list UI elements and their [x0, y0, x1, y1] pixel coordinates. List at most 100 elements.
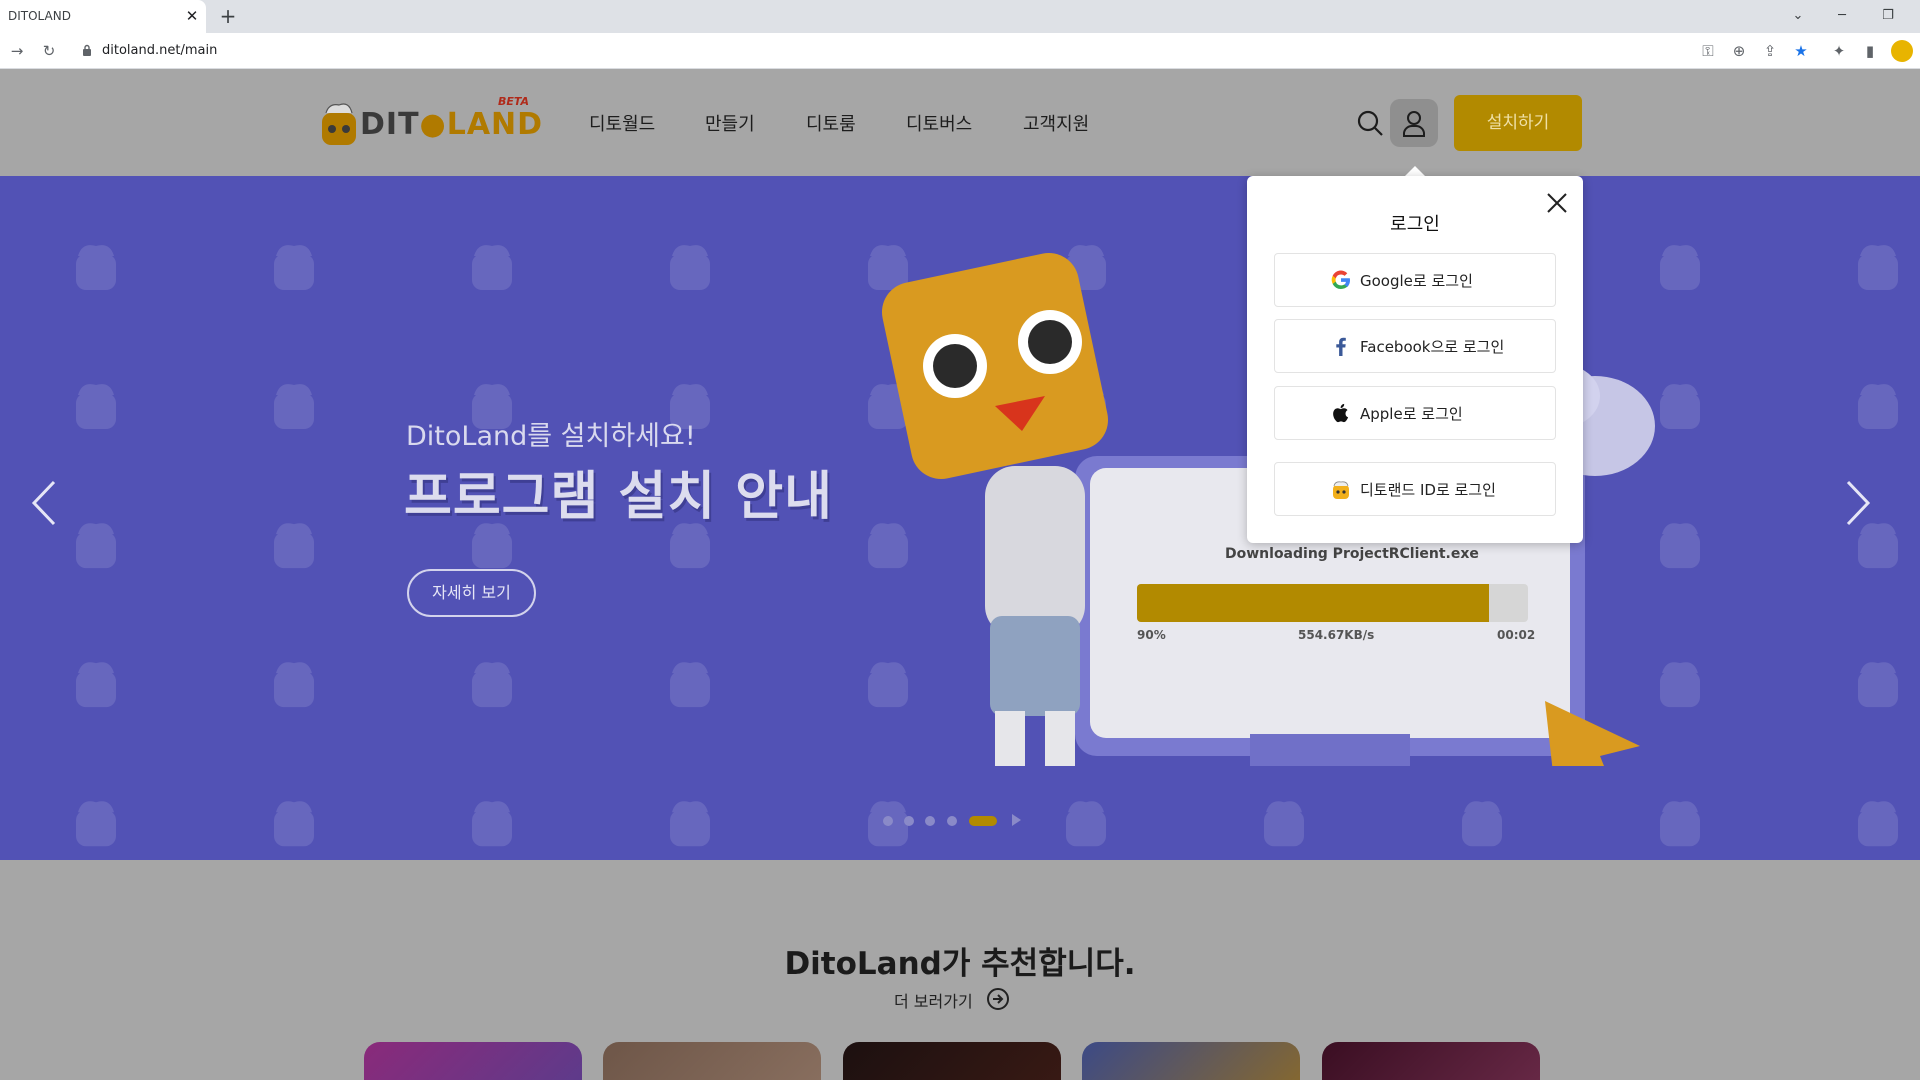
nav-ditoworld[interactable]: 디토월드	[589, 110, 655, 136]
minimize-icon[interactable]: ─	[1828, 4, 1856, 28]
pattern-mascot-icon	[1066, 801, 1106, 847]
download-percent: 90%	[1137, 628, 1166, 642]
install-button[interactable]: 설치하기	[1454, 95, 1582, 151]
login-popup: 로그인 Google로 로그인 Facebook으로 로그인 Apple로 로그…	[1247, 176, 1583, 543]
recommend-more-link[interactable]: 더 보러가기	[894, 988, 973, 1012]
pattern-mascot-icon	[670, 801, 710, 847]
pattern-mascot-icon	[1858, 523, 1898, 569]
google-icon	[1331, 270, 1350, 290]
user-icon	[1403, 111, 1425, 137]
pattern-mascot-icon	[274, 801, 314, 847]
browser-toolbar: → ↻ ditoland.net/main ⚿ ⊕ ⇪ ★ ✦ ▮	[0, 33, 1920, 69]
new-tab-button[interactable]: +	[218, 5, 238, 27]
facebook-login-label: Facebook으로 로그인	[1360, 338, 1505, 356]
pattern-mascot-icon	[76, 523, 116, 569]
carousel-dot[interactable]	[883, 816, 893, 826]
carousel-dot-active[interactable]	[969, 816, 997, 826]
pattern-mascot-icon	[76, 662, 116, 708]
pattern-mascot-icon	[670, 523, 710, 569]
forward-icon[interactable]: →	[6, 40, 28, 62]
reload-icon[interactable]: ↻	[38, 40, 60, 62]
download-filename: Downloading ProjectRClient.exe	[1225, 546, 1479, 562]
site-header: DIT●LAND BETA 디토월드 만들기 디토룸 디토버스 고객지원 설치하…	[0, 69, 1920, 176]
close-icon[interactable]	[1544, 190, 1570, 216]
ditoland-id-login-button[interactable]: 디토랜드 ID로 로그인	[1274, 462, 1556, 516]
zoom-icon[interactable]: ⊕	[1728, 40, 1750, 62]
url-text: ditoland.net/main	[102, 43, 218, 58]
profile-avatar[interactable]	[1891, 40, 1913, 62]
recommend-title: DitoLand가 추천합니다.	[784, 946, 1136, 982]
apple-login-label: Apple로 로그인	[1360, 405, 1463, 423]
download-time: 00:02	[1497, 628, 1536, 642]
pattern-mascot-icon	[1660, 801, 1700, 847]
carousel-dot[interactable]	[947, 816, 957, 826]
lock-icon	[83, 44, 91, 56]
address-bar[interactable]: ditoland.net/main	[72, 36, 1692, 66]
ditoland-id-login-label: 디토랜드 ID로 로그인	[1360, 481, 1496, 499]
recommend-card[interactable]	[603, 1042, 821, 1080]
nav-support[interactable]: 고객지원	[1023, 110, 1089, 136]
logo-text: DIT●LAND	[360, 107, 544, 142]
carousel-dot[interactable]	[925, 816, 935, 826]
share-icon[interactable]: ⇪	[1759, 40, 1781, 62]
recommend-card[interactable]	[1082, 1042, 1300, 1080]
hero-more-button[interactable]: 자세히 보기	[407, 569, 536, 617]
pattern-mascot-icon	[1264, 801, 1304, 847]
pattern-mascot-icon	[274, 384, 314, 430]
side-panel-icon[interactable]: ▮	[1859, 40, 1881, 62]
pattern-mascot-icon	[670, 245, 710, 290]
carousel-next-arrow-icon[interactable]	[1842, 478, 1874, 528]
recommend-section: DitoLand가 추천합니다. 더 보러가기	[0, 860, 1920, 1080]
pattern-mascot-icon	[472, 245, 512, 290]
pattern-mascot-icon	[274, 523, 314, 569]
pattern-mascot-icon	[76, 801, 116, 847]
logo-beta-badge: BETA	[498, 95, 530, 108]
nav-ditoverse[interactable]: 디토버스	[906, 110, 972, 136]
tab-title: DITOLAND	[8, 9, 71, 23]
pattern-mascot-icon	[1462, 801, 1502, 847]
extensions-icon[interactable]: ✦	[1828, 40, 1850, 62]
restore-icon[interactable]: ❐	[1874, 4, 1902, 28]
ditoland-logo[interactable]: DIT●LAND BETA	[320, 85, 542, 151]
bookmark-star-icon[interactable]: ★	[1790, 40, 1812, 62]
apple-login-button[interactable]: Apple로 로그인	[1274, 386, 1556, 440]
hero-title: 프로그램 설치 안내	[404, 467, 833, 527]
facebook-login-button[interactable]: Facebook으로 로그인	[1274, 319, 1556, 373]
popup-title: 로그인	[1390, 214, 1440, 235]
user-button[interactable]	[1390, 99, 1438, 147]
tab-search-icon[interactable]: ⌄	[1784, 4, 1812, 28]
pattern-mascot-icon	[1858, 245, 1898, 290]
recommend-card[interactable]	[364, 1042, 582, 1080]
logo-mascot-icon	[322, 103, 356, 145]
facebook-icon	[1336, 337, 1346, 356]
pattern-mascot-icon	[76, 245, 116, 290]
carousel-prev-arrow-icon[interactable]	[28, 478, 60, 528]
nav-ditoroom[interactable]: 디토룸	[806, 110, 856, 136]
hero-subtitle: DitoLand를 설치하세요!	[406, 421, 696, 452]
pattern-mascot-icon	[1858, 662, 1898, 708]
search-icon[interactable]	[1356, 109, 1384, 137]
pattern-mascot-icon	[274, 662, 314, 708]
carousel-play-icon[interactable]	[1012, 814, 1021, 826]
pattern-mascot-icon	[76, 384, 116, 430]
pattern-mascot-icon	[1858, 801, 1898, 847]
tab-close-icon[interactable]: ✕	[184, 7, 200, 25]
browser-tab[interactable]: DITOLAND ✕	[0, 0, 206, 33]
download-progress-bar	[1137, 584, 1528, 622]
google-login-button[interactable]: Google로 로그인	[1274, 253, 1556, 307]
ditoland-icon	[1333, 481, 1349, 499]
pattern-mascot-icon	[472, 523, 512, 569]
recommend-card[interactable]	[843, 1042, 1061, 1080]
pattern-mascot-icon	[472, 801, 512, 847]
carousel-dot[interactable]	[904, 816, 914, 826]
key-icon[interactable]: ⚿	[1697, 40, 1719, 62]
browser-tabstrip: DITOLAND ✕ + ⌄ ─ ❐	[0, 0, 1920, 33]
nav-create[interactable]: 만들기	[705, 110, 755, 136]
arrow-circle-right-icon[interactable]	[986, 987, 1010, 1011]
pattern-mascot-icon	[472, 662, 512, 708]
pattern-mascot-icon	[274, 245, 314, 290]
hero-banner: Downloading ProjectRClient.exe 90% 554.6…	[0, 176, 1920, 860]
download-speed: 554.67KB/s	[1298, 628, 1375, 642]
recommend-card[interactable]	[1322, 1042, 1540, 1080]
pattern-mascot-icon	[670, 662, 710, 708]
